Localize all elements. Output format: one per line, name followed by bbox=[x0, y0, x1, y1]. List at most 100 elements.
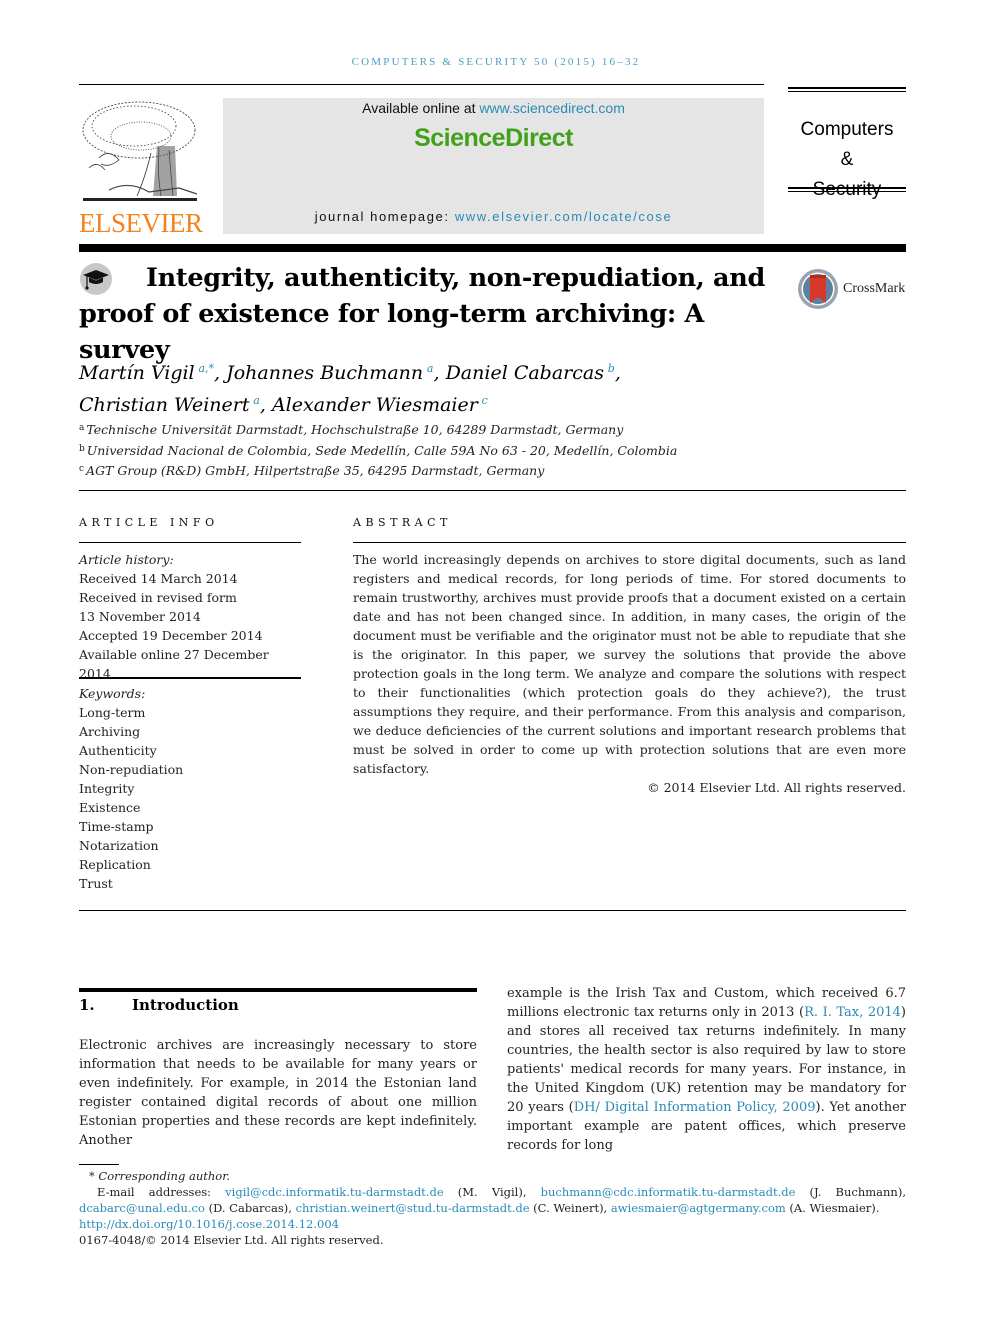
affiliation-text: Universidad Nacional de Colombia, Sede M… bbox=[86, 442, 678, 458]
journal-box-bottom-rule bbox=[788, 187, 906, 192]
journal-title-box[interactable]: Computers & Security bbox=[788, 87, 906, 200]
author-affil-mark[interactable]: a,* bbox=[198, 362, 214, 375]
affiliation-text: AGT Group (R&D) GmbH, Hilpertstraße 35, … bbox=[86, 463, 545, 478]
author-affil-mark[interactable]: b bbox=[608, 362, 615, 375]
abstract-end-rule bbox=[79, 910, 906, 911]
email-owner: (J. Buchmann), bbox=[795, 1185, 906, 1199]
author-affil-mark[interactable]: c bbox=[482, 394, 488, 407]
crossmark-icon bbox=[798, 269, 838, 309]
affiliation-item: b Universidad Nacional de Colombia, Sede … bbox=[79, 440, 779, 461]
author-separator: , bbox=[259, 394, 272, 416]
author-name[interactable]: Alexander Wiesmaier bbox=[272, 394, 478, 416]
available-online: Available online at www.sciencedirect.co… bbox=[223, 100, 764, 116]
sciencedirect-banner: Available online at www.sciencedirect.co… bbox=[223, 98, 764, 234]
body-column-left: Electronic archives are increasingly nec… bbox=[79, 1038, 477, 1148]
affiliation-item: c AGT Group (R&D) GmbH, Hilpertstraße 35,… bbox=[79, 460, 779, 481]
history-label: Article history: bbox=[79, 552, 174, 567]
email-link[interactable]: vigil@cdc.informatik.tu-darmstadt.de bbox=[225, 1185, 443, 1199]
journal-homepage-link[interactable]: www.elsevier.com/locate/cose bbox=[455, 209, 672, 224]
citation-link[interactable]: DH/ Digital Information Policy, 2009 bbox=[574, 1100, 816, 1115]
abstract-heading: ABSTRACT bbox=[353, 516, 452, 529]
crossmark-label: CrossMark bbox=[843, 281, 906, 296]
keyword-item: Notarization bbox=[79, 838, 159, 853]
keyword-item: Integrity bbox=[79, 781, 135, 796]
running-head: COMPUTERS & SECURITY 50 (2015) 16–32 bbox=[351, 56, 641, 68]
email-owner: (A. Wiesmaier). bbox=[785, 1201, 880, 1215]
author-name[interactable]: Christian Weinert bbox=[79, 394, 250, 416]
author-separator: , bbox=[614, 362, 621, 384]
author-list: Martín Vigil a,*, Johannes Buchmann a, D… bbox=[79, 355, 779, 419]
abstract: The world increasingly depends on archiv… bbox=[353, 550, 906, 797]
keyword-item: Non-repudiation bbox=[79, 762, 184, 777]
elsevier-wordmark: ELSEVIER bbox=[79, 208, 203, 238]
author-separator: , bbox=[214, 362, 227, 384]
elsevier-logo[interactable]: ELSEVIER bbox=[79, 98, 203, 238]
history-item: Accepted 19 December 2014 bbox=[79, 628, 263, 643]
email-owner: (D. Cabarcas), bbox=[204, 1201, 296, 1215]
crossmark-badge[interactable]: CrossMark bbox=[797, 267, 912, 311]
keyword-item: Time-stamp bbox=[79, 819, 154, 834]
header-rule bbox=[79, 84, 764, 85]
email-link[interactable]: christian.weinert@stud.tu-darmstadt.de bbox=[296, 1201, 530, 1215]
email-owner: (C. Weinert), bbox=[529, 1201, 611, 1215]
journal-homepage: journal homepage: www.elsevier.com/locat… bbox=[223, 209, 764, 224]
abstract-rule bbox=[353, 542, 906, 543]
keyword-item: Replication bbox=[79, 857, 151, 872]
article-info-heading: ARTICLE INFO bbox=[79, 516, 219, 529]
journal-box-top-rule bbox=[788, 87, 906, 92]
keyword-list: Long-term Archiving Authenticity Non-repudi… bbox=[79, 703, 301, 893]
citation-link[interactable]: R. I. Tax, 2014 bbox=[804, 1005, 901, 1020]
history-item: 13 November 2014 bbox=[79, 609, 201, 624]
abstract-copyright: © 2014 Elsevier Ltd. All rights reserved… bbox=[647, 780, 906, 795]
article-title: Integrity, authenticity, non-repudiation… bbox=[79, 260, 779, 368]
keyword-item: Trust bbox=[79, 876, 113, 891]
keyword-item: Authenticity bbox=[79, 743, 157, 758]
affiliation-text: Technische Universität Darmstadt, Hochsc… bbox=[86, 422, 624, 437]
history-item: Received in revised form bbox=[79, 590, 237, 605]
email-owner: (M. Vigil), bbox=[443, 1185, 541, 1199]
elsevier-tree-icon bbox=[82, 101, 198, 201]
keyword-item: Archiving bbox=[79, 724, 141, 739]
email-label: E-mail addresses: bbox=[97, 1185, 226, 1199]
sciencedirect-link[interactable]: www.sciencedirect.com bbox=[479, 100, 625, 116]
title-line1: Integrity, authenticity, non-repudiation… bbox=[146, 263, 765, 293]
section-heading: 1. Introduction bbox=[79, 996, 239, 1014]
email-link[interactable]: buchmann@cdc.informatik.tu-darmstadt.de bbox=[541, 1185, 796, 1199]
keywords-rule bbox=[79, 677, 301, 679]
corresponding-author-note: * Corresponding author. bbox=[89, 1169, 231, 1183]
email-link[interactable]: awiesmaier@agtgermany.com bbox=[611, 1201, 786, 1215]
article-history: Article history: Received 14 March 2014 R… bbox=[79, 550, 301, 683]
keywords-label: Keywords: bbox=[79, 686, 146, 701]
affiliation-key: c bbox=[79, 464, 85, 474]
affiliation-key: b bbox=[79, 443, 85, 454]
author-separator: , bbox=[433, 362, 446, 384]
affiliation-rule bbox=[79, 490, 906, 491]
keyword-item: Long-term bbox=[79, 705, 146, 720]
body-text: ) and stores all received tax returns in… bbox=[507, 1005, 906, 1115]
section-rule bbox=[79, 988, 477, 992]
email-link[interactable]: dcabarc@unal.edu.co bbox=[79, 1201, 205, 1215]
sciencedirect-logo[interactable]: ScienceDirect bbox=[223, 124, 764, 153]
author-name[interactable]: Daniel Cabarcas bbox=[446, 362, 604, 384]
journal-title-line1: Computers bbox=[800, 119, 894, 140]
footnotes: * Corresponding author. E-mail addresses… bbox=[79, 1168, 906, 1248]
doi-link[interactable]: http://dx.doi.org/10.1016/j.cose.2014.12… bbox=[79, 1216, 906, 1232]
article-info-rule bbox=[79, 542, 301, 543]
footnote-rule bbox=[79, 1164, 119, 1165]
issn-copyright: 0167-4048/© 2014 Elsevier Ltd. All right… bbox=[79, 1233, 384, 1247]
available-prefix: Available online at bbox=[362, 100, 480, 116]
author-name[interactable]: Johannes Buchmann bbox=[226, 362, 423, 384]
section-number: 1. bbox=[79, 996, 95, 1014]
author-name[interactable]: Martín Vigil bbox=[79, 362, 195, 384]
body-column-right: example is the Irish Tax and Custom, whi… bbox=[507, 984, 906, 1155]
email-addresses: E-mail addresses: vigil@cdc.informatik.t… bbox=[79, 1184, 906, 1216]
history-list: Received 14 March 2014 Received in revise… bbox=[79, 569, 301, 683]
affiliation-key: a bbox=[79, 423, 85, 433]
abstract-text: The world increasingly depends on archiv… bbox=[353, 552, 906, 776]
keyword-item: Existence bbox=[79, 800, 141, 815]
history-item: Received 14 March 2014 bbox=[79, 571, 238, 586]
homepage-prefix: journal homepage: bbox=[314, 209, 455, 224]
keywords-block: Keywords: Long-term Archiving Authenticity… bbox=[79, 684, 301, 893]
title-rule bbox=[79, 244, 906, 252]
section-title: Introduction bbox=[132, 996, 239, 1014]
